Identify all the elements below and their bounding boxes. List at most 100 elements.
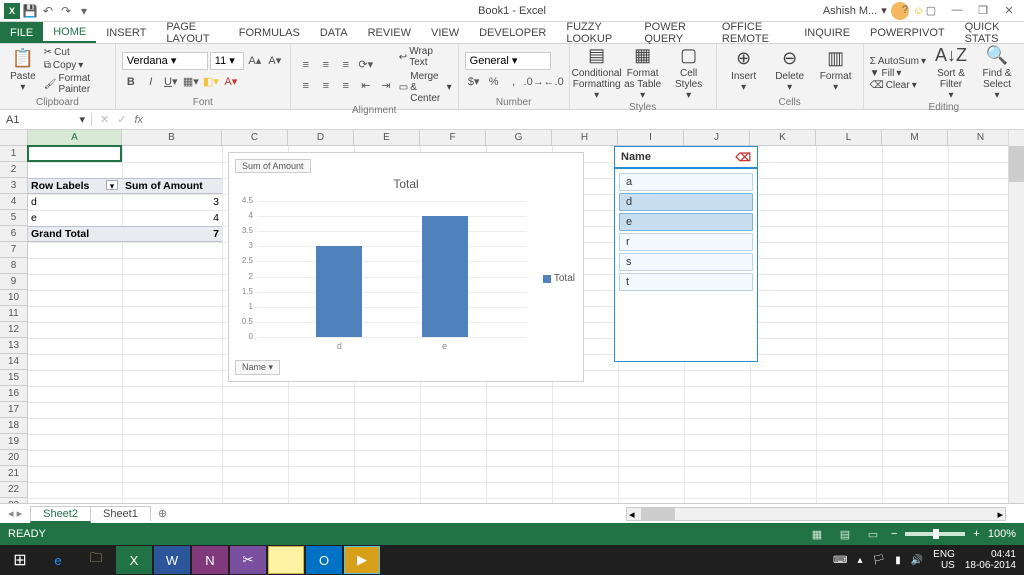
row-header[interactable]: 8 [0,258,27,274]
wrap-text-button[interactable]: ↩Wrap Text [399,46,452,68]
start-button[interactable]: ⊞ [2,546,38,574]
fill-color-button[interactable]: ◧▾ [202,73,220,91]
clear-button[interactable]: ⌫Clear▾ [870,80,926,91]
number-format-select[interactable]: General ▾ [465,52,551,70]
maximize-icon[interactable]: ❐ [972,4,994,17]
tab-office-remote[interactable]: OFFICE REMOTE [712,22,794,43]
slicer-item[interactable]: e [619,213,753,231]
increase-decimal-icon[interactable]: .0→ [525,73,543,91]
column-header[interactable]: L [816,130,882,146]
row-header[interactable]: 5 [0,210,27,226]
row-header[interactable]: 4 [0,194,27,210]
row-header[interactable]: 19 [0,434,27,450]
vertical-scrollbar[interactable] [1008,130,1024,503]
column-header[interactable]: G [486,130,552,146]
italic-button[interactable]: I [142,73,160,91]
format-button[interactable]: ▥Format▾ [815,49,857,93]
page-layout-view-icon[interactable]: ▤ [835,528,855,541]
taskbar-outlook-icon[interactable]: O [306,546,342,574]
sheet-nav-prev[interactable]: ◂ ▸ [0,507,30,520]
tray-language[interactable]: ENGUS [933,549,955,571]
row-header[interactable]: 20 [0,450,27,466]
row-header[interactable]: 1 [0,146,27,162]
align-top-icon[interactable]: ≡ [297,56,315,74]
delete-button[interactable]: ⊖Delete▾ [769,49,811,93]
fill-button[interactable]: ▼Fill▾ [870,68,926,79]
zoom-in-icon[interactable]: + [973,528,979,540]
row-header[interactable]: 12 [0,322,27,338]
tab-insert[interactable]: INSERT [96,22,156,43]
align-left-icon[interactable]: ≡ [297,77,315,95]
cell-styles-button[interactable]: ▢Cell Styles▾ [668,46,710,101]
slicer-clear-icon[interactable]: ⌫ [735,151,751,164]
taskbar-sticky-icon[interactable] [268,546,304,574]
align-right-icon[interactable]: ≡ [337,77,355,95]
column-header[interactable]: E [354,130,420,146]
tray-keyboard-icon[interactable]: ⌨ [833,555,847,566]
tab-home[interactable]: HOME [43,22,96,43]
decrease-font-icon[interactable]: A▾ [266,52,284,70]
slicer-item[interactable]: s [619,253,753,271]
orientation-icon[interactable]: ⟳▾ [357,56,375,74]
horizontal-scrollbar[interactable]: ◂▸ [626,507,1006,521]
format-as-table-button[interactable]: ▦Format as Table▾ [622,46,664,101]
row-header[interactable]: 22 [0,482,27,498]
tab-inquire[interactable]: INQUIRE [794,22,860,43]
decrease-decimal-icon[interactable]: ←.0 [545,73,563,91]
row-header[interactable]: 10 [0,290,27,306]
align-center-icon[interactable]: ≡ [317,77,335,95]
tab-file[interactable]: FILE [0,22,43,43]
tab-data[interactable]: DATA [310,22,358,43]
tab-page-layout[interactable]: PAGE LAYOUT [156,22,228,43]
taskbar-ie-icon[interactable]: e [40,546,76,574]
help-icon[interactable]: ? [894,4,916,17]
format-painter-button[interactable]: 🖌Format Painter [44,73,109,95]
comma-icon[interactable]: , [505,73,523,91]
taskbar-snip-icon[interactable]: ✂ [230,546,266,574]
scrollbar-thumb[interactable] [641,508,675,520]
tray-up-icon[interactable]: ▴ [857,555,862,566]
scrollbar-thumb[interactable] [1009,146,1024,182]
row-header[interactable]: 11 [0,306,27,322]
indent-dec-icon[interactable]: ⇤ [357,77,375,95]
align-middle-icon[interactable]: ≡ [317,56,335,74]
taskbar-onenote-icon[interactable]: N [192,546,228,574]
row-header[interactable]: 9 [0,274,27,290]
row-header[interactable]: 18 [0,418,27,434]
tray-action-icon[interactable]: 🏳 [873,555,886,566]
pivot-chart[interactable]: Sum of Amount Total Total 00.511.522.533… [228,152,584,382]
tab-fuzzy-lookup[interactable]: Fuzzy Lookup [556,22,634,43]
save-icon[interactable]: 💾 [22,3,38,19]
normal-view-icon[interactable]: ▦ [807,528,827,541]
column-header[interactable]: N [948,130,1014,146]
taskbar-word-icon[interactable]: W [154,546,190,574]
column-header[interactable]: F [420,130,486,146]
border-button[interactable]: ▦▾ [182,73,200,91]
column-header[interactable]: A [28,130,122,146]
tab-powerpivot[interactable]: POWERPIVOT [860,22,955,43]
tab-review[interactable]: REVIEW [358,22,421,43]
sheet-tab[interactable]: Sheet2 [30,506,91,523]
align-bottom-icon[interactable]: ≡ [337,56,355,74]
zoom-out-icon[interactable]: − [891,528,897,540]
enter-formula-icon[interactable]: ✓ [117,113,126,126]
tab-developer[interactable]: DEVELOPER [469,22,556,43]
increase-font-icon[interactable]: A▴ [246,52,264,70]
conditional-formatting-button[interactable]: ▤Conditional Formatting▾ [576,46,618,101]
column-header[interactable]: J [684,130,750,146]
column-header[interactable]: B [122,130,222,146]
indent-inc-icon[interactable]: ⇥ [377,77,395,95]
cut-button[interactable]: ✂Cut [44,47,109,58]
merge-center-button[interactable]: ▭Merge & Center▾ [399,71,452,104]
tab-view[interactable]: VIEW [421,22,469,43]
redo-icon[interactable]: ↷ [58,3,74,19]
row-header[interactable]: 6 [0,226,27,242]
cancel-formula-icon[interactable]: ✕ [100,113,109,126]
slicer-name[interactable]: Name ⌫ aderst [614,146,758,362]
row-header[interactable]: 21 [0,466,27,482]
filter-icon[interactable]: ▾ [106,180,118,190]
column-header[interactable]: C [222,130,288,146]
copy-button[interactable]: ⧉Copy▾ [44,60,109,71]
find-select-button[interactable]: 🔍Find & Select▾ [976,46,1018,101]
worksheet-grid[interactable]: ABCDEFGHIJKLMN 1234567891011121314151617… [0,130,1024,503]
